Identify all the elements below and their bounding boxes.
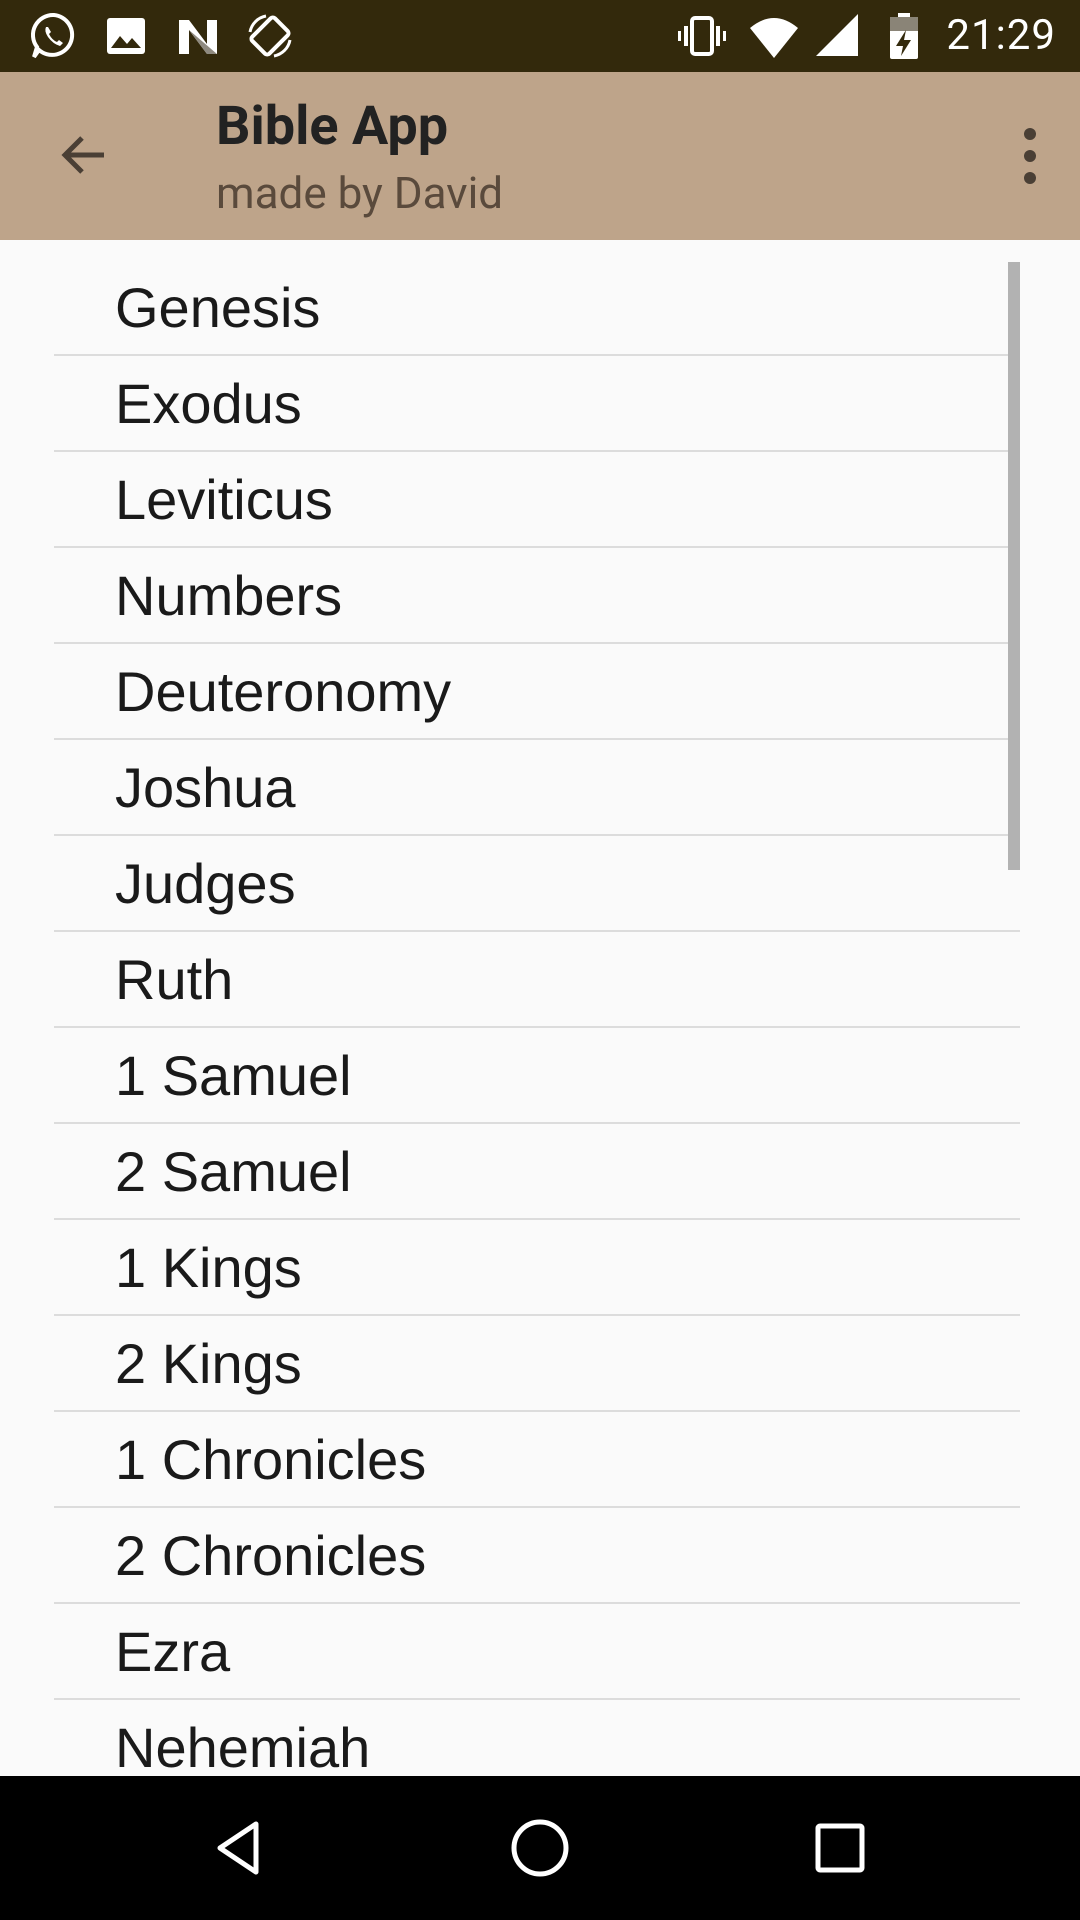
book-name-label: Genesis bbox=[115, 275, 321, 339]
book-name-label: Joshua bbox=[115, 755, 296, 819]
status-clock: 21:29 bbox=[946, 11, 1056, 60]
screen-rotation-icon bbox=[248, 14, 292, 58]
book-name-label: Numbers bbox=[115, 563, 343, 627]
book-list-item[interactable]: 1 Chronicles bbox=[54, 1412, 1020, 1508]
book-list-item[interactable]: Leviticus bbox=[54, 452, 1020, 548]
app-title-block: Bible App made by David bbox=[216, 92, 503, 224]
n-app-icon bbox=[179, 20, 217, 54]
wifi-icon bbox=[750, 18, 798, 58]
book-list-item[interactable]: Ezra bbox=[54, 1604, 1020, 1700]
book-name-label: 2 Chronicles bbox=[115, 1523, 427, 1587]
book-list-item[interactable]: 2 Samuel bbox=[54, 1124, 1020, 1220]
app-subtitle: made by David bbox=[216, 167, 504, 219]
book-list-item[interactable]: 1 Kings bbox=[54, 1220, 1020, 1316]
book-list: Genesis Exodus Leviticus Numbers Deuteronomy… bbox=[54, 240, 1020, 1776]
book-list-item[interactable]: Judges bbox=[54, 836, 1020, 932]
book-list-item[interactable]: Joshua bbox=[54, 740, 1020, 836]
status-bar: 21:29 bbox=[0, 0, 1080, 72]
book-list-item[interactable]: Exodus bbox=[54, 356, 1020, 452]
book-name-label: Nehemiah bbox=[115, 1715, 371, 1777]
scrollbar-thumb[interactable] bbox=[1008, 262, 1020, 870]
book-name-label: 1 Samuel bbox=[115, 1043, 352, 1107]
battery-charging-icon bbox=[890, 13, 918, 59]
book-list-item[interactable]: Nehemiah bbox=[54, 1700, 1020, 1777]
whatsapp-icon bbox=[31, 12, 75, 59]
back-triangle-icon[interactable] bbox=[206, 1814, 274, 1882]
home-circle-icon[interactable] bbox=[506, 1814, 574, 1882]
book-name-label: 1 Kings bbox=[115, 1235, 302, 1299]
book-list-item[interactable]: 2 Chronicles bbox=[54, 1508, 1020, 1604]
recents-square-icon[interactable] bbox=[806, 1814, 874, 1882]
app-title: Bible App bbox=[216, 95, 449, 158]
book-list-container[interactable]: Genesis Exodus Leviticus Numbers Deuteronomy… bbox=[0, 240, 1080, 1776]
book-name-label: 2 Kings bbox=[115, 1331, 302, 1395]
book-name-label: 1 Chronicles bbox=[115, 1427, 427, 1491]
book-list-item[interactable]: 1 Samuel bbox=[54, 1028, 1020, 1124]
book-list-item[interactable]: Genesis bbox=[54, 240, 1020, 356]
arrow-back-icon[interactable] bbox=[54, 124, 116, 186]
book-name-label: Deuteronomy bbox=[115, 659, 452, 723]
book-list-item[interactable]: 2 Kings bbox=[54, 1316, 1020, 1412]
navigation-bar bbox=[0, 1776, 1080, 1920]
app-bar: Bible App made by David bbox=[0, 72, 1080, 240]
book-list-item[interactable]: Deuteronomy bbox=[54, 644, 1020, 740]
cellular-signal-icon bbox=[816, 14, 858, 56]
image-icon bbox=[107, 18, 145, 54]
book-list-item[interactable]: Numbers bbox=[54, 548, 1020, 644]
book-name-label: Ezra bbox=[115, 1619, 231, 1683]
book-name-label: Exodus bbox=[115, 371, 302, 435]
vibrate-icon bbox=[678, 16, 726, 56]
more-vert-icon[interactable] bbox=[1008, 120, 1052, 192]
book-name-label: Ruth bbox=[115, 947, 234, 1011]
book-name-label: Judges bbox=[115, 851, 296, 915]
book-list-item[interactable]: Ruth bbox=[54, 932, 1020, 1028]
book-name-label: Leviticus bbox=[115, 467, 333, 531]
book-name-label: 2 Samuel bbox=[115, 1139, 352, 1203]
